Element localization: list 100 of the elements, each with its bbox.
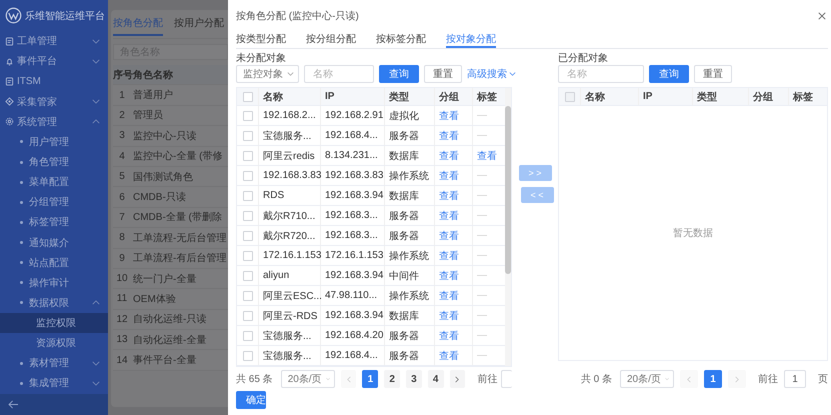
sidebar-item[interactable]: ITSM	[0, 72, 108, 92]
reset-button[interactable]: 重置	[694, 65, 732, 83]
checkbox[interactable]	[242, 170, 252, 180]
table-cell: 192.168.4.20	[321, 326, 385, 345]
view-link[interactable]: 查看	[439, 288, 459, 302]
scrollbar-thumb[interactable]	[505, 106, 511, 274]
page-button[interactable]: 1	[362, 370, 378, 388]
tab[interactable]: 按类型分配	[236, 32, 286, 48]
query-button[interactable]: 查询	[379, 65, 419, 83]
checkbox[interactable]	[242, 230, 252, 240]
view-link[interactable]: 查看	[439, 248, 459, 262]
sidebar-item[interactable]: 通知媒介	[0, 232, 108, 253]
bullet-icon	[20, 261, 23, 264]
bullet-icon	[20, 160, 23, 164]
table-cell: 192.168.3...	[321, 226, 385, 245]
checkbox[interactable]	[242, 110, 252, 120]
page-number-field[interactable]	[501, 370, 512, 388]
table-cell: RDS	[259, 186, 321, 205]
query-button[interactable]: 查询	[649, 65, 689, 83]
page-button[interactable]: 1	[704, 370, 722, 388]
bullet-icon	[20, 200, 23, 204]
view-link[interactable]: 查看	[439, 268, 459, 282]
table-cell-text: 管理员	[132, 109, 163, 122]
checkbox[interactable]	[242, 150, 252, 160]
type-select[interactable]: 监控对象	[236, 65, 299, 83]
page-button[interactable]: 3	[406, 370, 422, 388]
tab[interactable]: 按用户分配	[174, 16, 224, 34]
table-cell-text: 5	[118, 171, 126, 182]
table-cell: 172.16.1.153	[321, 246, 385, 265]
view-link[interactable]: 查看	[439, 108, 459, 122]
bullet-icon	[20, 362, 23, 365]
sidebar-item[interactable]: 分组管理	[0, 192, 108, 212]
page-size-select[interactable]: 20条/页	[620, 370, 674, 388]
checkbox[interactable]	[242, 92, 252, 102]
sidebar-item[interactable]: 操作审计	[0, 272, 108, 293]
sidebar-item[interactable]: 菜单配置	[0, 172, 108, 192]
bullet-icon	[20, 220, 23, 224]
collapse-arrow-icon[interactable]	[8, 400, 19, 409]
sidebar-item[interactable]: 站点配置	[0, 252, 108, 273]
column-header: 名称	[259, 88, 321, 105]
view-link[interactable]: 查看	[439, 168, 459, 182]
sidebar-item[interactable]: 监控权限	[0, 313, 108, 334]
sidebar-item[interactable]: 角色管理	[0, 152, 108, 172]
tab[interactable]: 按角色分配	[113, 16, 163, 36]
page-button[interactable]: 4	[428, 370, 444, 388]
tab[interactable]: 按分组分配	[306, 32, 356, 48]
checkbox[interactable]	[242, 350, 252, 360]
advanced-search-link[interactable]: 高级搜索	[467, 67, 516, 81]
view-link[interactable]: 查看	[477, 148, 497, 162]
view-link[interactable]: 查看	[439, 188, 459, 202]
sidebar-item[interactable]: 用户管理	[0, 132, 108, 152]
chevron-left-icon	[346, 376, 351, 382]
tab[interactable]: 按标签分配	[376, 32, 426, 48]
page-button[interactable]: 2	[384, 370, 400, 388]
sidebar-item[interactable]: 标签管理	[0, 212, 108, 233]
section-label: 未分配对象	[236, 53, 287, 64]
sidebar-item[interactable]: 素材管理	[0, 353, 108, 374]
view-link[interactable]: 查看	[439, 228, 459, 242]
confirm-button[interactable]: 确定	[236, 391, 266, 409]
column-header: 类型	[385, 88, 435, 105]
reset-button[interactable]: 重置	[424, 65, 462, 83]
column-header: IP	[639, 88, 693, 105]
sidebar-item[interactable]: 资源权限	[0, 333, 108, 354]
checkbox[interactable]	[242, 250, 252, 260]
sidebar-item[interactable]: 数据权限	[0, 292, 108, 314]
checkbox[interactable]	[242, 310, 252, 320]
checkbox[interactable]	[242, 290, 252, 300]
name-search-field[interactable]: 名称	[304, 65, 374, 83]
sidebar-item[interactable]: 系统管理	[0, 112, 108, 132]
table-cell: —	[477, 270, 487, 281]
view-link[interactable]: 查看	[439, 128, 459, 142]
view-link[interactable]: 查看	[439, 148, 459, 162]
table-cell: 操作系统	[385, 286, 435, 305]
table-cell: —	[477, 250, 487, 261]
checkbox[interactable]	[242, 210, 252, 220]
table-cell-text: 3	[118, 130, 126, 142]
table-cell: 阿里云-RDS	[259, 306, 321, 325]
sidebar-item[interactable]: 集成管理	[0, 373, 108, 394]
sidebar-item[interactable]: 采集管家	[0, 92, 108, 112]
total-count: 共 65 条	[236, 372, 273, 386]
sidebar-item[interactable]: 工单管理	[0, 31, 108, 52]
name-search-field[interactable]: 名称	[558, 65, 644, 83]
page-size-select[interactable]: 20条/页	[280, 370, 335, 388]
close-icon[interactable]	[818, 12, 826, 20]
sidebar-item[interactable]: 事件平台	[0, 51, 108, 72]
tab[interactable]: 按对象分配	[446, 32, 496, 48]
view-link[interactable]: 查看	[439, 328, 459, 342]
table-cell: 戴尔R710...	[259, 206, 321, 225]
checkbox[interactable]	[242, 190, 252, 200]
table-cell: —	[477, 170, 487, 181]
checkbox[interactable]	[242, 130, 252, 140]
view-link[interactable]: 查看	[439, 208, 459, 222]
page-number-field[interactable]: 1	[784, 370, 806, 388]
checkbox[interactable]	[242, 270, 252, 280]
view-link[interactable]: 查看	[439, 348, 459, 362]
view-link[interactable]: 查看	[439, 308, 459, 322]
table-cell: 服务器	[385, 206, 435, 225]
next-page-button[interactable]	[450, 370, 466, 388]
checkbox[interactable]	[242, 330, 252, 340]
table-cell: —	[477, 310, 487, 321]
